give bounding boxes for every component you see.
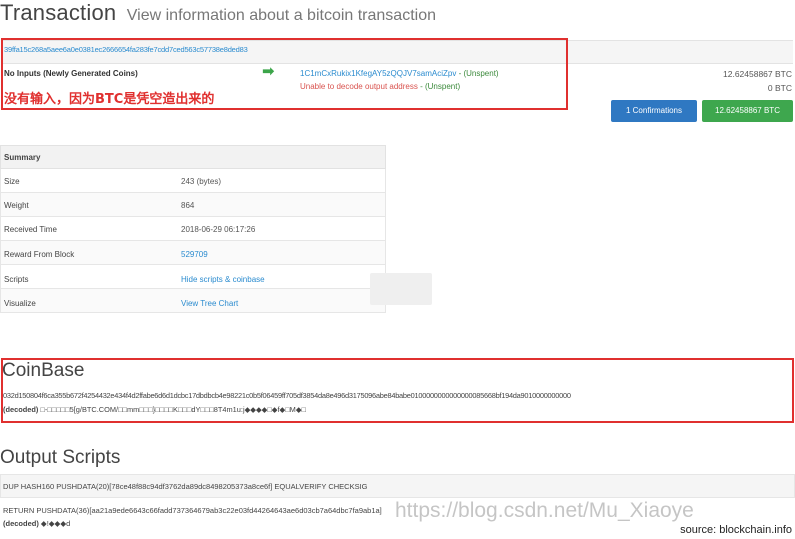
highlight-box-transaction bbox=[1, 38, 568, 110]
decoded-text: ◆!◆◆◆d bbox=[38, 519, 71, 528]
decoded-label: (decoded) bbox=[3, 519, 39, 528]
summary-value: 864 bbox=[181, 201, 195, 210]
page-subtitle: View information about a bitcoin transac… bbox=[126, 7, 436, 24]
summary-label: Visualize bbox=[4, 299, 36, 308]
summary-label: Weight bbox=[4, 201, 29, 210]
hide-scripts-link[interactable]: Hide scripts & coinbase bbox=[181, 275, 265, 284]
block-link[interactable]: 529709 bbox=[181, 250, 208, 259]
summary-heading: Summary bbox=[4, 153, 41, 162]
page-title: Transaction bbox=[0, 0, 117, 25]
watermark: https://blog.csdn.net/Mu_Xiaoye bbox=[395, 499, 694, 522]
summary-label: Reward From Block bbox=[4, 250, 75, 259]
output-script-2: RETURN PUSHDATA(36)[aa21a9ede6643c66fadd… bbox=[3, 506, 382, 515]
confirmations-button[interactable]: 1 Confirmations bbox=[611, 100, 697, 122]
ghost-button bbox=[370, 273, 432, 305]
source-credit: source: blockchain.info bbox=[680, 524, 792, 536]
output-amount-1: 12.62458867 BTC bbox=[723, 69, 792, 79]
summary-label: Received Time bbox=[4, 225, 57, 234]
summary-value: 2018-06-29 06:17:26 bbox=[181, 225, 256, 234]
summary-header bbox=[0, 145, 386, 169]
total-amount-button[interactable]: 12.62458867 BTC bbox=[702, 100, 793, 122]
view-tree-chart-link[interactable]: View Tree Chart bbox=[181, 299, 238, 308]
output-script-decoded: (decoded) ◆!◆◆◆d bbox=[3, 519, 70, 528]
output-script-1: DUP HASH160 PUSHDATA(20)[78ce48f88c94df3… bbox=[3, 482, 368, 491]
highlight-box-coinbase bbox=[1, 358, 794, 423]
output-scripts-title: Output Scripts bbox=[0, 447, 121, 468]
page-header: Transaction View information about a bit… bbox=[0, 0, 436, 26]
output-amount-2: 0 BTC bbox=[767, 83, 792, 93]
summary-value: 243 (bytes) bbox=[181, 177, 222, 186]
summary-label: Scripts bbox=[4, 275, 29, 284]
summary-label: Size bbox=[4, 177, 20, 186]
